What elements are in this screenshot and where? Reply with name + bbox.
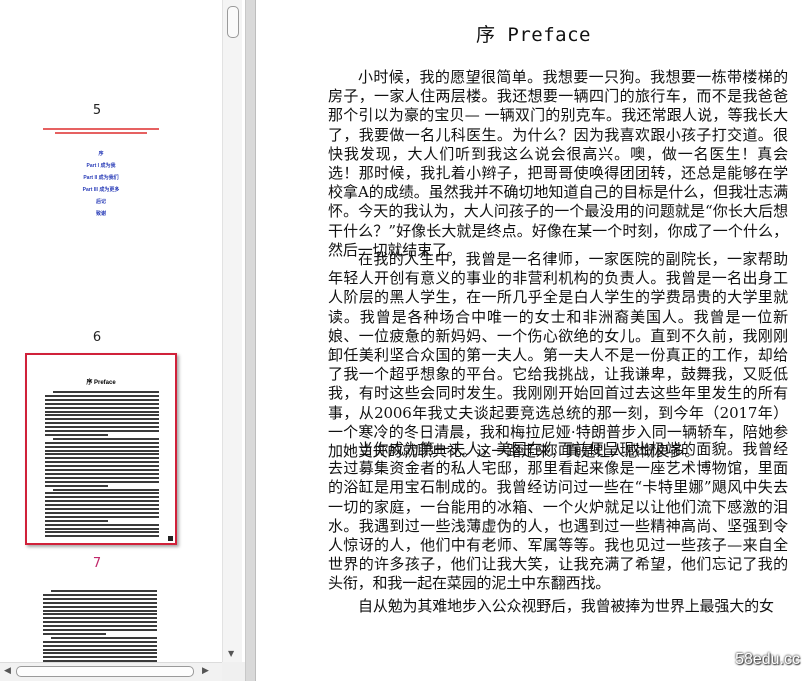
thumbnail-list: 5 序 Part I 成为我 Part II 成为我们 Part III 成为更… bbox=[0, 0, 220, 662]
body-paragraph: 当你成为第一夫人，美国在你面前便呈现出极端的面貌。我曾经去过募集资金者的私人宅邸… bbox=[328, 440, 788, 593]
thumbnail-text-line bbox=[43, 609, 157, 612]
thumbnail-text-line bbox=[45, 398, 159, 401]
body-paragraph: 小时候，我的愿望很简单。我想要一只狗。我想要一栋带楼梯的房子，一家人住两层楼。我… bbox=[328, 68, 788, 259]
page-number-5[interactable]: 5 bbox=[0, 103, 194, 118]
thumbnail-text-line bbox=[45, 457, 159, 460]
scrollbar-thumb[interactable] bbox=[227, 6, 239, 38]
document-page: 序 Preface 小时候，我的愿望很简单。我想要一只狗。我想要一栋带楼梯的房子… bbox=[257, 0, 810, 681]
thumbnail-text-line bbox=[45, 461, 159, 464]
thumbnail-text-line bbox=[45, 504, 159, 507]
thumbnail-text-line bbox=[45, 531, 159, 534]
thumbnail-title: 序 Preface bbox=[86, 380, 116, 386]
thumbnail-text-line bbox=[45, 430, 159, 432]
thumbnail-text-line bbox=[43, 621, 157, 624]
thumbnail-sidebar: 5 序 Part I 成为我 Part II 成为我们 Part III 成为更… bbox=[0, 0, 246, 681]
thumbnail-text-line bbox=[45, 410, 159, 413]
page-number-6[interactable]: 6 bbox=[0, 330, 194, 345]
thumbnail-text-line bbox=[43, 597, 157, 600]
toc-item: 致谢 bbox=[95, 211, 106, 217]
page-title: 序 Preface bbox=[475, 24, 591, 46]
thumbnail-text-line bbox=[45, 515, 159, 518]
thumbnail-text-line bbox=[43, 629, 157, 631]
thumbnail-text-line bbox=[53, 391, 159, 393]
thumbnail-text-line bbox=[43, 617, 157, 620]
thumbnail-text-line bbox=[45, 484, 108, 487]
thumbnail-text-line bbox=[45, 465, 159, 468]
thumbnail-text-line bbox=[43, 605, 157, 608]
thumbnail-text-line bbox=[43, 632, 106, 635]
toc-item: Part II 成为我们 bbox=[83, 175, 119, 181]
thumbnail-text-line bbox=[45, 496, 159, 499]
page-thumbnail-6-selected[interactable]: 序 Preface bbox=[25, 353, 177, 545]
thumbnail-text-line bbox=[45, 527, 159, 530]
toc-item: 序 bbox=[98, 151, 104, 157]
thumbnail-text-line bbox=[43, 640, 157, 643]
thumbnail-text-line bbox=[45, 508, 159, 510]
page-thumbnail-5[interactable]: 序 Part I 成为我 Part II 成为我们 Part III 成为更多 … bbox=[25, 122, 177, 222]
thumbnail-text-line bbox=[51, 636, 157, 639]
thumbnail-text-line bbox=[45, 426, 159, 429]
thumbnail-text-line bbox=[45, 394, 159, 397]
watermark-text: 58edu.cc bbox=[735, 651, 800, 668]
page-number-7[interactable]: 7 bbox=[0, 556, 194, 571]
thumbnail-text-line bbox=[45, 445, 159, 448]
thumbnail-text-line bbox=[53, 437, 159, 440]
thumbnail-text-line bbox=[45, 422, 159, 425]
toc-item: 后记 bbox=[95, 199, 106, 205]
thumbnail-text-line bbox=[45, 418, 159, 421]
thumbnail-text-line bbox=[45, 535, 159, 538]
thumbnail-text-line bbox=[45, 453, 159, 456]
scroll-left-arrow-icon[interactable]: ◀ bbox=[4, 666, 11, 676]
thumbnail-text-line bbox=[45, 441, 159, 444]
thumbnail-text-line bbox=[45, 449, 159, 452]
thumbnail-text-line bbox=[45, 500, 159, 503]
sidebar-horizontal-scrollbar[interactable]: ◀ ▶ bbox=[0, 662, 222, 681]
scroll-down-arrow-icon[interactable]: ▼ bbox=[228, 649, 234, 658]
thumbnail-text-line bbox=[43, 601, 157, 604]
scrollbar-thumb[interactable] bbox=[16, 666, 194, 677]
thumbnail-text-line bbox=[45, 480, 159, 483]
body-paragraph: 在我的人生中，我曾是一名律师，一家医院的副院长，一家帮助年轻人开创有意义的事业的… bbox=[328, 250, 788, 461]
thumbnail-rule bbox=[55, 132, 147, 134]
thumbnail-text-line bbox=[43, 613, 157, 616]
thumbnail-text-line bbox=[45, 519, 108, 522]
pane-splitter[interactable] bbox=[246, 0, 256, 681]
thumbnail-text-line bbox=[53, 488, 159, 491]
toc-item: Part I 成为我 bbox=[86, 163, 116, 169]
thumbnail-text-line bbox=[45, 511, 159, 514]
thumbnail-rule bbox=[43, 128, 159, 130]
sidebar-vertical-scrollbar[interactable]: ▼ bbox=[222, 0, 242, 662]
thumbnail-text-line bbox=[45, 472, 159, 475]
thumbnail-text-line bbox=[43, 644, 157, 647]
thumbnail-text-line bbox=[45, 469, 159, 471]
thumbnail-text-line bbox=[51, 590, 157, 592]
thumbnail-text-line bbox=[43, 648, 157, 651]
thumbnail-text-line bbox=[45, 402, 159, 405]
scroll-right-arrow-icon[interactable]: ▶ bbox=[202, 666, 209, 676]
thumbnail-text-line bbox=[45, 476, 159, 479]
scrollbar-corner bbox=[222, 662, 245, 681]
thumbnail-text-line bbox=[43, 656, 157, 659]
toc-item: Part III 成为更多 bbox=[82, 187, 120, 193]
thumbnail-text-line bbox=[45, 406, 159, 409]
thumbnail-text-line bbox=[45, 433, 108, 436]
body-paragraph: 自从勉为其难地步入公众视野后，我曾被捧为世界上最强大的女 bbox=[358, 597, 774, 615]
thumbnail-text-line bbox=[45, 492, 159, 495]
resize-handle[interactable] bbox=[168, 536, 173, 541]
thumbnail-text-line bbox=[45, 523, 159, 526]
page-thumbnail-7[interactable] bbox=[25, 580, 177, 662]
thumbnail-text-line bbox=[43, 652, 157, 655]
thumbnail-text-line bbox=[45, 414, 159, 417]
thumbnail-text-line bbox=[43, 593, 157, 596]
thumbnail-text-line bbox=[43, 625, 157, 628]
